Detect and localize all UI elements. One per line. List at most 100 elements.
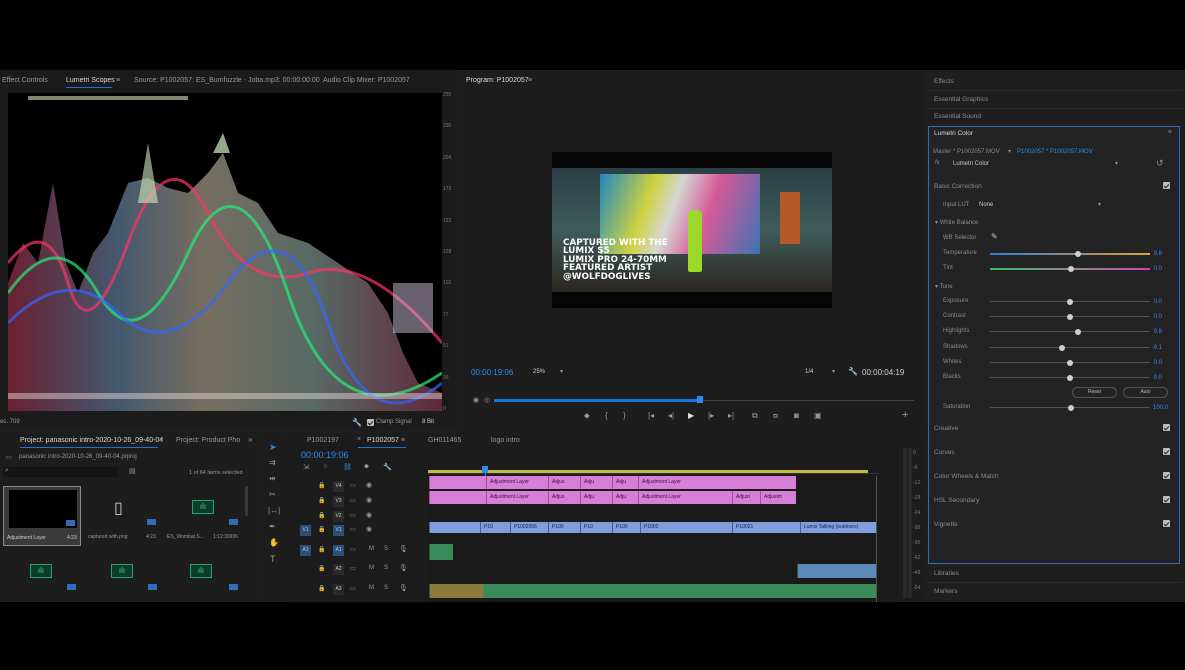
tab-sequence-p1002197[interactable]: P1002197 [307, 437, 339, 444]
adjustment-layer-clip[interactable]: Adjustment Layer [486, 491, 548, 504]
sync-lock-icon[interactable]: ▭ [350, 585, 356, 592]
go-to-out-icon[interactable]: ▸| [728, 411, 734, 420]
play-icon[interactable]: ▶ [688, 411, 694, 420]
in-point-icon[interactable]: ◉ [473, 396, 479, 404]
project-item-png[interactable]: ▯ captured with.png 4:23 [86, 486, 162, 546]
contrast-value[interactable]: 0.0 [1136, 314, 1162, 320]
chevron-down-icon[interactable]: ▾ [832, 368, 835, 375]
audio-clip-a2[interactable] [797, 564, 876, 578]
tab-effect-controls[interactable]: Effect Controls [2, 77, 48, 84]
eye-icon[interactable]: ◉ [366, 496, 372, 504]
video-clip[interactable]: P10021 [732, 522, 800, 533]
source-patch-a1[interactable]: A1 [300, 545, 311, 556]
vignette-checkbox[interactable] [1163, 520, 1170, 527]
tab-sequence-logo-intro[interactable]: logo intro [491, 437, 520, 444]
wrench-icon[interactable]: 🔧 [383, 463, 392, 471]
track-target-a3[interactable]: A3 [333, 584, 344, 595]
add-marker-icon[interactable]: ⬥ [584, 411, 590, 421]
eye-icon[interactable]: ◉ [366, 511, 372, 519]
solo-button[interactable]: S [384, 565, 388, 571]
project-scrollbar[interactable] [245, 486, 248, 516]
audio-clip-a3[interactable] [429, 584, 876, 598]
sync-lock-icon[interactable]: ▭ [350, 482, 356, 489]
ripple-edit-tool-icon[interactable]: ⇹ [269, 474, 276, 483]
eyedropper-icon[interactable]: ✎ [991, 232, 998, 241]
color-wheels-label[interactable]: Color Wheels & Match [934, 473, 999, 480]
resolution-select[interactable]: 1/4 [805, 369, 813, 375]
highlights-slider[interactable] [990, 331, 1150, 333]
reset-button[interactable]: Reset [1072, 387, 1117, 398]
basic-correction-label[interactable]: Basic Correction [934, 183, 982, 190]
adjustment-layer-clip[interactable] [429, 491, 486, 504]
audio-waveform-icon[interactable]: ılı [30, 564, 52, 578]
creative-label[interactable]: Creative [934, 425, 958, 432]
tab-program[interactable]: Program: P1002057 [466, 77, 529, 84]
curves-checkbox[interactable] [1163, 448, 1170, 455]
sync-lock-icon[interactable]: ▭ [350, 526, 356, 533]
lock-icon[interactable]: 🔒 [318, 585, 325, 592]
tab-source[interactable]: Source: P1002057: ES_Bumfuzzle - Joba.mp… [134, 77, 320, 84]
adjustment-layer-clip[interactable]: Adjus [548, 491, 580, 504]
program-timecode[interactable]: 00:00:19:06 [471, 368, 513, 377]
clamp-signal-checkbox[interactable] [367, 419, 374, 426]
video-clip[interactable]: P10 [580, 522, 612, 533]
go-to-in-icon[interactable]: |◂ [648, 411, 654, 420]
panel-menu-icon[interactable]: ≡ [116, 77, 120, 84]
tone-label[interactable]: ▾ Tone [935, 283, 953, 290]
panel-menu-icon[interactable]: ≡ [159, 437, 163, 444]
section-essential-sound[interactable]: Essential Sound [934, 113, 981, 120]
project-item-audio[interactable]: ılı ES_Wombat S... 1:12:39936 [165, 486, 245, 546]
adjustment-layer-clip[interactable]: Adjustment Layer [486, 476, 548, 489]
adjustment-layer-clip[interactable]: Adju [612, 491, 638, 504]
auto-button[interactable]: Auto [1123, 387, 1168, 398]
wrench-icon[interactable]: 🔧 [848, 367, 858, 376]
section-libraries[interactable]: Libraries [934, 570, 959, 577]
adjustment-layer-clip[interactable]: Adju [580, 476, 612, 489]
shadows-value[interactable]: -9.1 [1136, 345, 1162, 351]
exposure-knob[interactable] [1067, 299, 1073, 305]
mark-out-icon[interactable]: } [623, 411, 626, 420]
snap-icon[interactable]: ∩ [323, 463, 328, 470]
basic-correction-checkbox[interactable] [1163, 182, 1170, 189]
tab-sequence-p1002057[interactable]: P1002057 [367, 437, 399, 444]
temperature-knob[interactable] [1075, 251, 1081, 257]
input-lut-select[interactable]: None [979, 202, 993, 208]
lock-icon[interactable]: 🔒 [318, 565, 325, 572]
master-clip-label[interactable]: Master * P1002057.MOV [933, 149, 1000, 155]
bit-depth-select[interactable]: 8 Bit [422, 419, 434, 425]
lock-icon[interactable]: 🔒 [318, 526, 325, 533]
project-item-adjustment[interactable]: Adjustment Layer 4:23 [3, 486, 81, 546]
insert-sequence-icon[interactable]: ⇲ [303, 463, 309, 471]
mark-in-icon[interactable]: { [605, 411, 608, 420]
eye-icon[interactable]: ◉ [366, 525, 372, 533]
slip-tool-icon[interactable]: |↔| [268, 506, 280, 515]
color-wheels-checkbox[interactable] [1163, 472, 1170, 479]
video-clip[interactable]: P1002 [640, 522, 732, 533]
section-essential-graphics[interactable]: Essential Graphics [934, 96, 988, 103]
adjustment-layer-clip[interactable]: Adju [580, 491, 612, 504]
section-effects[interactable]: Effects [934, 78, 954, 85]
tab-project-active[interactable]: Project: panasonic intro-2020-10-26_09-4… [20, 437, 163, 444]
shadows-knob[interactable] [1059, 344, 1065, 351]
selection-tool-icon[interactable]: ➤ [269, 442, 277, 453]
close-icon[interactable]: × [357, 436, 361, 443]
chevron-down-icon[interactable]: ▾ [560, 368, 563, 375]
video-clip[interactable]: Lumix Talking (outdoors) [800, 522, 876, 533]
adjustment-layer-clip[interactable]: Adjustment Layer [638, 476, 796, 489]
whites-knob[interactable] [1067, 359, 1073, 366]
track-target-a1[interactable]: A1 [333, 545, 344, 556]
sync-lock-icon[interactable]: ▭ [350, 565, 356, 572]
track-target-v4[interactable]: V4 [333, 481, 344, 492]
mute-button[interactable]: M [369, 546, 374, 552]
video-clip[interactable]: P100 [548, 522, 580, 533]
insert-icon[interactable]: ⧉ [752, 411, 758, 421]
solo-button[interactable]: S [384, 546, 388, 552]
overwrite-icon[interactable]: ⧈ [773, 411, 778, 421]
mute-button[interactable]: M [369, 585, 374, 591]
eye-icon[interactable]: ◉ [366, 481, 372, 489]
adjustment-layer-clip[interactable]: Adjustment Layer [638, 491, 732, 504]
razor-tool-icon[interactable]: ✂ [269, 490, 276, 499]
work-area-bar[interactable] [428, 470, 868, 473]
panel-menu-icon[interactable]: ≡ [401, 437, 405, 444]
microphone-icon[interactable]: 🎙 [399, 584, 408, 592]
